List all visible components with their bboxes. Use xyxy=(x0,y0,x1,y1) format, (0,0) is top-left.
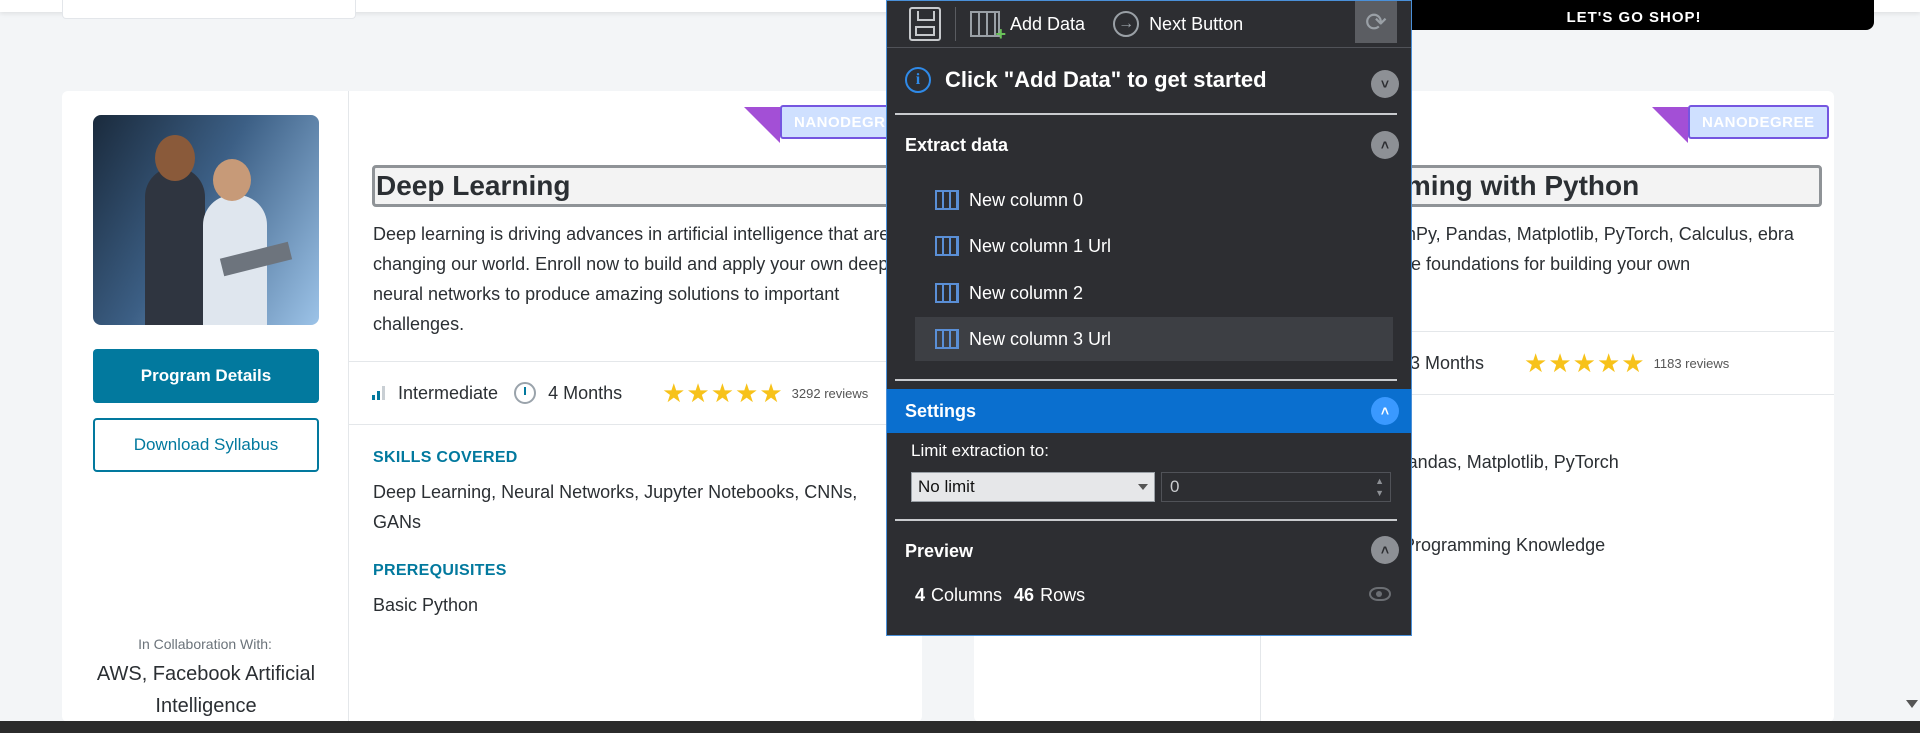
column-icon xyxy=(935,236,959,256)
eye-icon[interactable] xyxy=(1369,587,1391,601)
level-icon xyxy=(372,386,386,400)
add-data-label: Add Data xyxy=(1010,13,1086,34)
program-details-button[interactable]: Program Details xyxy=(93,349,319,403)
skills-covered-text: y, Pandas, Matplotlib, PyTorch xyxy=(1378,452,1619,472)
bottom-bar xyxy=(0,721,1920,733)
limit-select-value: No limit xyxy=(918,477,975,496)
search-field[interactable] xyxy=(62,0,356,19)
collaboration-partners: AWS, Facebook Artificial Intelligence xyxy=(96,663,316,717)
add-data-button[interactable]: Add Data xyxy=(970,11,1086,45)
info-text: Click "Add Data" to get started xyxy=(945,67,1267,92)
column-icon xyxy=(935,283,959,303)
extract-data-header[interactable]: Extract data xyxy=(895,117,1397,173)
chevron-up-icon[interactable]: ˄ xyxy=(1371,536,1399,564)
info-icon: i xyxy=(905,67,931,93)
column-label: New column 3 Url xyxy=(969,328,1112,349)
column-label: New column 0 xyxy=(969,189,1084,210)
promo-banner[interactable]: LET'S GO SHOP! xyxy=(1394,0,1874,30)
column-icon xyxy=(935,329,959,349)
column-label: New column 1 Url xyxy=(969,235,1112,256)
column-item-selected[interactable]: New column 3 Url xyxy=(915,317,1393,361)
collaboration-label: In Collaboration With: xyxy=(138,636,272,652)
review-count: 1183 reviews xyxy=(1653,355,1730,371)
prerequisites-text: Basic Python xyxy=(373,595,479,615)
add-column-icon xyxy=(970,11,1006,45)
preview-header[interactable]: Preview xyxy=(895,523,1397,579)
chevron-up-icon[interactable]: ˄ xyxy=(1371,131,1399,159)
dropdown-arrow-icon xyxy=(1138,484,1148,490)
star-rating: ★★★★★ xyxy=(662,377,784,408)
column-item[interactable]: New column 0 xyxy=(915,178,1393,222)
limit-number-input[interactable]: 0 ▲ ▼ xyxy=(1161,472,1391,502)
chevron-up-icon[interactable]: ˄ xyxy=(1371,397,1399,425)
card-left-column: Program Details Download Syllabus In Col… xyxy=(62,91,349,722)
course-image xyxy=(93,115,319,325)
section-divider xyxy=(895,519,1397,521)
limit-select[interactable]: No limit xyxy=(911,472,1155,502)
skills-covered-label: SKILLS COVERED xyxy=(373,449,518,466)
scroll-down-icon[interactable] xyxy=(1906,700,1918,708)
preview-summary: 4 Columns 46 Rows xyxy=(915,585,1085,606)
info-banner: i Click "Add Data" to get started xyxy=(895,47,1397,115)
limit-extraction-label: Limit extraction to: xyxy=(911,441,1049,460)
star-rating: ★★★★★ xyxy=(1524,347,1646,378)
course-level: Intermediate xyxy=(398,382,499,403)
preview-title: Preview xyxy=(905,540,974,561)
course-duration: 4 Months xyxy=(548,382,623,403)
settings-header[interactable]: Settings xyxy=(887,389,1411,433)
column-label: New column 2 xyxy=(969,282,1084,303)
next-arrow-icon: → xyxy=(1113,11,1140,37)
nanodegree-badge: NANODEGREE xyxy=(1652,105,1829,143)
course-title[interactable]: mming with Python xyxy=(1378,165,1822,207)
extract-data-title: Extract data xyxy=(905,134,1009,155)
chevron-down-icon[interactable]: ˅ xyxy=(1371,70,1399,98)
row-count-label: Rows xyxy=(1040,585,1086,605)
column-item[interactable]: New column 1 Url xyxy=(915,224,1393,268)
course-title[interactable]: Deep Learning xyxy=(372,165,919,207)
course-duration: 3 Months xyxy=(1410,352,1485,373)
column-item[interactable]: New column 2 xyxy=(915,271,1393,315)
refresh-icon[interactable]: ⟳ xyxy=(1355,1,1397,43)
data-extraction-panel: Add Data → Next Button ⟳ i Click "Add Da… xyxy=(886,0,1412,636)
prerequisites-text: nd Programming Knowledge xyxy=(1378,535,1606,555)
section-divider xyxy=(895,379,1397,381)
column-count: 4 xyxy=(915,585,926,605)
course-meta: Intermediate 4 Months ★★★★★ 3292 reviews xyxy=(348,361,922,425)
row-count: 46 xyxy=(1014,585,1035,605)
course-card-deep-learning: Program Details Download Syllabus In Col… xyxy=(62,91,922,722)
panel-toolbar: Add Data → Next Button ⟳ xyxy=(887,1,1411,48)
save-icon[interactable] xyxy=(909,7,941,41)
column-count-label: Columns xyxy=(931,585,1003,605)
column-icon xyxy=(935,190,959,210)
stepper-icon[interactable]: ▲ ▼ xyxy=(1375,475,1384,499)
prerequisites-label: PREREQUISITES xyxy=(373,562,507,579)
skills-covered-text: Deep Learning, Neural Networks, Jupyter … xyxy=(373,482,858,532)
limit-number-value: 0 xyxy=(1170,477,1180,496)
course-description: NumPy, Pandas, Matplotlib, PyTorch, Calc… xyxy=(1378,224,1794,274)
review-count: 3292 reviews xyxy=(791,385,869,401)
next-button-button[interactable]: → Next Button xyxy=(1113,11,1243,37)
badge-label: NANODEGREE xyxy=(1688,105,1829,139)
clock-icon xyxy=(514,382,537,404)
settings-title: Settings xyxy=(905,400,977,421)
course-description: Deep learning is driving advances in art… xyxy=(373,224,890,334)
download-syllabus-button[interactable]: Download Syllabus xyxy=(93,418,319,472)
next-button-label: Next Button xyxy=(1149,13,1244,34)
toolbar-divider xyxy=(955,7,956,41)
